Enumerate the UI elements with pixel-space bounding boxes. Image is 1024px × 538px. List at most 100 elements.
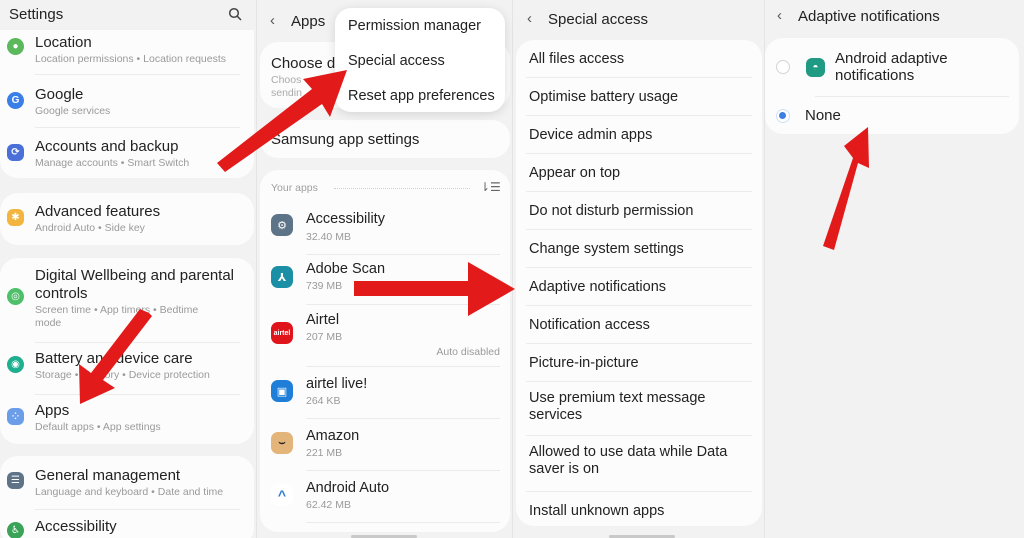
- settings-group-2: ✱ Advanced features Android Auto • Side …: [0, 193, 254, 245]
- divider: [815, 96, 1009, 97]
- settings-item-apps[interactable]: ⁘ Apps Default apps • App settings: [0, 396, 254, 444]
- app-size: 207 MB: [306, 331, 343, 343]
- choose-default-title: Choose de: [271, 55, 344, 72]
- special-access-item-label: Optimise battery usage: [529, 89, 679, 105]
- special-access-item[interactable]: Device admin apps: [516, 116, 762, 154]
- choose-default-sub: Choos: [271, 74, 302, 86]
- special-access-item[interactable]: Change system settings: [516, 230, 762, 268]
- divider: [306, 304, 500, 305]
- sync-icon: ⟳: [7, 144, 24, 161]
- special-access-item-label: Install unknown apps: [529, 503, 665, 519]
- special-access-item-label: Device admin apps: [529, 127, 653, 143]
- back-chevron-icon[interactable]: ‹: [777, 7, 782, 24]
- special-access-item[interactable]: Appear on top: [516, 154, 762, 192]
- overflow-menu: Permission manager Special access Reset …: [335, 8, 505, 112]
- page-title: Settings: [9, 6, 64, 23]
- special-access-item[interactable]: Notification access: [516, 306, 762, 344]
- apps-grid-icon: ⁘: [7, 408, 24, 425]
- divider: [35, 509, 240, 510]
- app-status: Auto disabled: [436, 346, 500, 358]
- airtel-live-icon: ▣: [271, 380, 293, 402]
- special-access-item[interactable]: Adaptive notifications: [516, 268, 762, 306]
- accessibility-icon: ♿: [7, 522, 24, 538]
- app-row[interactable]: ▣ airtel live! 264 KB: [260, 368, 510, 420]
- divider: [35, 74, 240, 75]
- special-access-item[interactable]: Picture-in-picture: [516, 344, 762, 382]
- special-access-item-label: Allowed to use data while Data saver is …: [529, 444, 728, 477]
- special-access-item[interactable]: All files access: [516, 40, 762, 78]
- item-title: Google: [35, 86, 84, 103]
- app-name: Android Auto: [306, 480, 390, 496]
- special-access-item[interactable]: Install unknown apps: [516, 492, 762, 528]
- item-subtitle: Language and keyboard • Date and time: [35, 486, 224, 498]
- app-row[interactable]: ⅄ Adobe Scan 739 MB: [260, 256, 510, 306]
- special-access-item-label: Picture-in-picture: [529, 355, 639, 371]
- settings-item-general[interactable]: ☰ General management Language and keyboa…: [0, 456, 254, 506]
- gear-icon: ⚙: [271, 214, 293, 236]
- item-subtitle: Storage • Memory • Device protection: [35, 369, 210, 381]
- device-care-icon: ◉: [7, 356, 24, 373]
- sliders-icon: ☰: [7, 472, 24, 489]
- adaptive-notifications-panel: ‹ Adaptive notifications ◓ Android adapt…: [764, 0, 1024, 538]
- option-android-adaptive[interactable]: ◓ Android adaptive notifications: [765, 38, 1019, 95]
- app-row[interactable]: ⌣ Amazon 221 MB: [260, 420, 510, 472]
- page-title: Adaptive notifications: [798, 8, 940, 25]
- special-access-item[interactable]: Do not disturb permission: [516, 192, 762, 230]
- settings-item-location[interactable]: ● Location Location permissions • Locati…: [0, 30, 254, 70]
- item-title: Location: [35, 34, 92, 51]
- your-apps-card: Your apps ⇂☰ ⚙ Accessibility 32.40 MB ⅄ …: [260, 170, 510, 532]
- item-title: Accounts and backup: [35, 138, 179, 155]
- android-icon: ◓: [806, 58, 825, 77]
- special-access-item[interactable]: Use premium text message services: [516, 382, 762, 436]
- item-title: Digital Wellbeing and parental controls: [35, 267, 235, 302]
- app-size: 221 MB: [306, 447, 343, 459]
- item-title: Apps: [35, 402, 70, 419]
- divider: [35, 127, 240, 128]
- back-chevron-icon[interactable]: ‹: [527, 10, 532, 27]
- sort-icon[interactable]: ⇂☰: [480, 180, 501, 194]
- divider: [306, 470, 500, 471]
- settings-item-accounts[interactable]: ⟳ Accounts and backup Manage accounts • …: [0, 130, 254, 178]
- adobe-scan-icon: ⅄: [271, 266, 293, 288]
- item-title: Battery and device care: [35, 350, 193, 367]
- settings-item-wellbeing[interactable]: ◎ Digital Wellbeing and parental control…: [0, 258, 254, 338]
- settings-item-google[interactable]: G Google Google services: [0, 78, 254, 128]
- divider: [306, 254, 500, 255]
- settings-group-4: ☰ General management Language and keyboa…: [0, 456, 254, 538]
- page-title: Special access: [548, 11, 649, 28]
- menu-item-permission-manager[interactable]: Permission manager: [348, 18, 481, 34]
- item-subtitle: Android Auto • Side key: [35, 222, 145, 234]
- settings-item-battery[interactable]: ◉ Battery and device care Storage • Memo…: [0, 344, 254, 392]
- settings-group-1: ● Location Location permissions • Locati…: [0, 30, 254, 178]
- app-row[interactable]: airtel Airtel 207 MB Auto disabled: [260, 306, 510, 368]
- special-access-item-label: Notification access: [529, 317, 650, 333]
- item-title: Accessibility: [35, 518, 117, 535]
- item-title: Advanced features: [35, 203, 161, 220]
- back-chevron-icon[interactable]: ‹: [270, 12, 275, 29]
- settings-group-3: ◎ Digital Wellbeing and parental control…: [0, 258, 254, 444]
- item-subtitle: Screen time • App timers • Bedtime mode: [35, 304, 199, 329]
- android-auto-icon: ^: [271, 484, 293, 506]
- menu-item-special-access[interactable]: Special access: [348, 53, 445, 69]
- special-access-item[interactable]: Optimise battery usage: [516, 78, 762, 116]
- special-access-list: All files access Optimise battery usage De…: [516, 40, 762, 526]
- special-access-item-label: Use premium text message services: [529, 390, 706, 423]
- radio-button-selected[interactable]: [776, 109, 790, 123]
- special-access-item[interactable]: Allowed to use data while Data saver is …: [516, 436, 762, 492]
- divider: [334, 188, 470, 189]
- settings-item-advanced[interactable]: ✱ Advanced features Android Auto • Side …: [0, 193, 254, 245]
- option-none[interactable]: None: [765, 98, 1019, 134]
- app-row[interactable]: ^ Android Auto 62.42 MB: [260, 472, 510, 524]
- menu-item-reset-app-preferences[interactable]: Reset app preferences: [348, 88, 495, 104]
- app-size: 32.40 MB: [306, 231, 351, 243]
- app-row[interactable]: ⚙ Accessibility 32.40 MB: [260, 204, 510, 254]
- app-name: Amazon: [306, 428, 360, 444]
- settings-item-accessibility[interactable]: ♿ Accessibility: [0, 512, 254, 538]
- special-access-panel: ‹ Special access All files access Optimis…: [512, 0, 764, 538]
- samsung-app-settings[interactable]: Samsung app settings: [260, 120, 510, 158]
- radio-button[interactable]: [776, 60, 790, 74]
- special-access-item-label: All files access: [529, 51, 625, 67]
- samsung-app-settings-label: Samsung app settings: [271, 131, 420, 148]
- divider: [306, 522, 500, 523]
- search-icon[interactable]: [228, 7, 242, 21]
